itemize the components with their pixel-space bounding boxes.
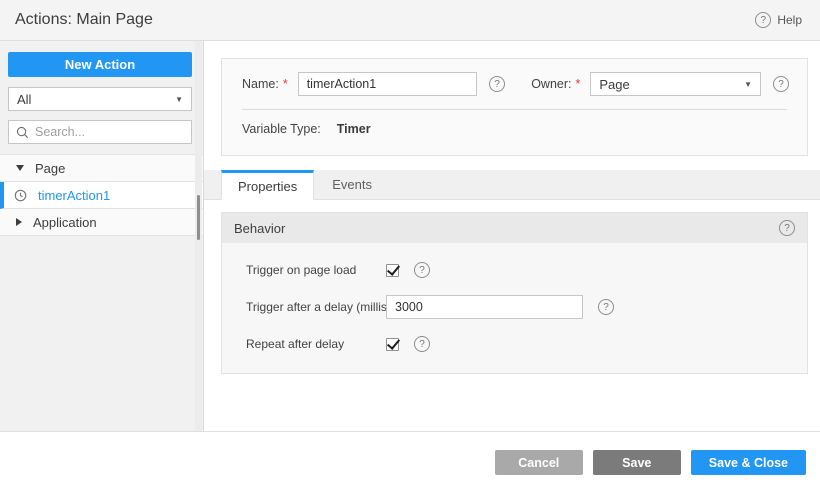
sidebar-scrollbar-thumb[interactable] — [197, 195, 200, 240]
behavior-title: Behavior — [234, 220, 286, 236]
main-panel: Name: * Owner: * Page ▼ Variable Type: T… — [204, 41, 820, 431]
page-title: Actions: Main Page — [15, 11, 153, 28]
field-row-trigger-on-page-load: Trigger on page load — [246, 257, 795, 283]
sidebar-scrollbar[interactable] — [195, 41, 202, 431]
owner-label: Owner: — [531, 77, 572, 91]
field-help-icon[interactable] — [414, 336, 430, 352]
variable-type-row: Variable Type: Timer — [222, 110, 807, 136]
field-row-repeat-after-delay: Repeat after delay — [246, 331, 795, 357]
new-action-button[interactable]: New Action — [8, 52, 192, 77]
field-label: Trigger on page load — [246, 263, 357, 277]
tree-item-label: timerAction1 — [38, 187, 111, 203]
expand-icon[interactable] — [16, 218, 22, 226]
tab-properties[interactable]: Properties — [221, 170, 315, 200]
tree-item-timeraction1[interactable]: timerAction1 — [0, 182, 203, 209]
name-input[interactable] — [297, 72, 478, 96]
tab-bar: Properties Events — [204, 170, 820, 200]
help-icon — [755, 12, 772, 28]
filter-dropdown[interactable]: All ▼ — [8, 87, 192, 111]
owner-dropdown-value: Page — [599, 76, 630, 92]
tree-item-page[interactable]: Page — [0, 155, 203, 182]
owner-help-icon[interactable] — [773, 76, 789, 92]
cancel-button[interactable]: Cancel — [494, 450, 583, 475]
dialog-header: Actions: Main Page Help — [0, 0, 820, 41]
help-button[interactable]: Help — [755, 12, 802, 28]
behavior-panel: Behavior Trigger on page load Trigger af… — [221, 212, 808, 374]
dialog-footer: Cancel Save Save & Close — [0, 431, 820, 489]
field-label: Trigger after a delay (millisec... — [246, 300, 386, 314]
field-row-trigger-delay: Trigger after a delay (millisec... — [246, 294, 795, 320]
delay-input[interactable] — [386, 295, 583, 319]
variable-type-value: Timer — [336, 122, 371, 136]
collapse-icon[interactable] — [16, 165, 24, 171]
behavior-panel-header: Behavior — [222, 213, 807, 243]
variable-type-label: Variable Type: — [242, 122, 321, 136]
required-marker: * — [282, 77, 288, 91]
name-owner-row: Name: * Owner: * Page ▼ — [222, 59, 807, 96]
search-input[interactable] — [35, 125, 184, 139]
action-info-panel: Name: * Owner: * Page ▼ Variable Type: T… — [221, 58, 808, 156]
behavior-help-icon[interactable] — [779, 220, 795, 236]
field-label: Repeat after delay — [246, 337, 345, 351]
save-button[interactable]: Save — [592, 450, 681, 475]
required-marker: * — [575, 77, 581, 91]
tree-item-label: Application — [33, 214, 97, 230]
tree-item-application[interactable]: Application — [0, 209, 203, 236]
dialog-body: New Action All ▼ Page — [0, 41, 820, 431]
tree-item-label: Page — [35, 160, 66, 176]
sidebar: New Action All ▼ Page — [0, 41, 204, 431]
name-help-icon[interactable] — [489, 76, 506, 92]
filter-dropdown-value: All — [17, 91, 32, 107]
behavior-panel-body: Trigger on page load Trigger after a del… — [222, 243, 807, 373]
help-label: Help — [777, 13, 802, 27]
owner-dropdown[interactable]: Page ▼ — [590, 72, 761, 96]
field-help-icon[interactable] — [598, 299, 614, 315]
field-help-icon[interactable] — [414, 262, 430, 278]
name-label: Name: — [242, 77, 279, 91]
tab-events[interactable]: Events — [314, 170, 390, 199]
actions-dialog: Actions: Main Page Help New Action All ▼ — [0, 0, 820, 489]
search-box — [8, 120, 192, 144]
actions-tree: Page timerAction1 Application — [0, 154, 203, 236]
search-icon — [16, 126, 29, 138]
save-and-close-button[interactable]: Save & Close — [690, 450, 806, 475]
chevron-down-icon: ▼ — [175, 94, 183, 104]
chevron-down-icon: ▼ — [744, 79, 752, 89]
repeat-after-delay-checkbox[interactable] — [386, 337, 399, 351]
trigger-on-page-load-checkbox[interactable] — [386, 263, 399, 277]
clock-icon — [14, 189, 27, 201]
